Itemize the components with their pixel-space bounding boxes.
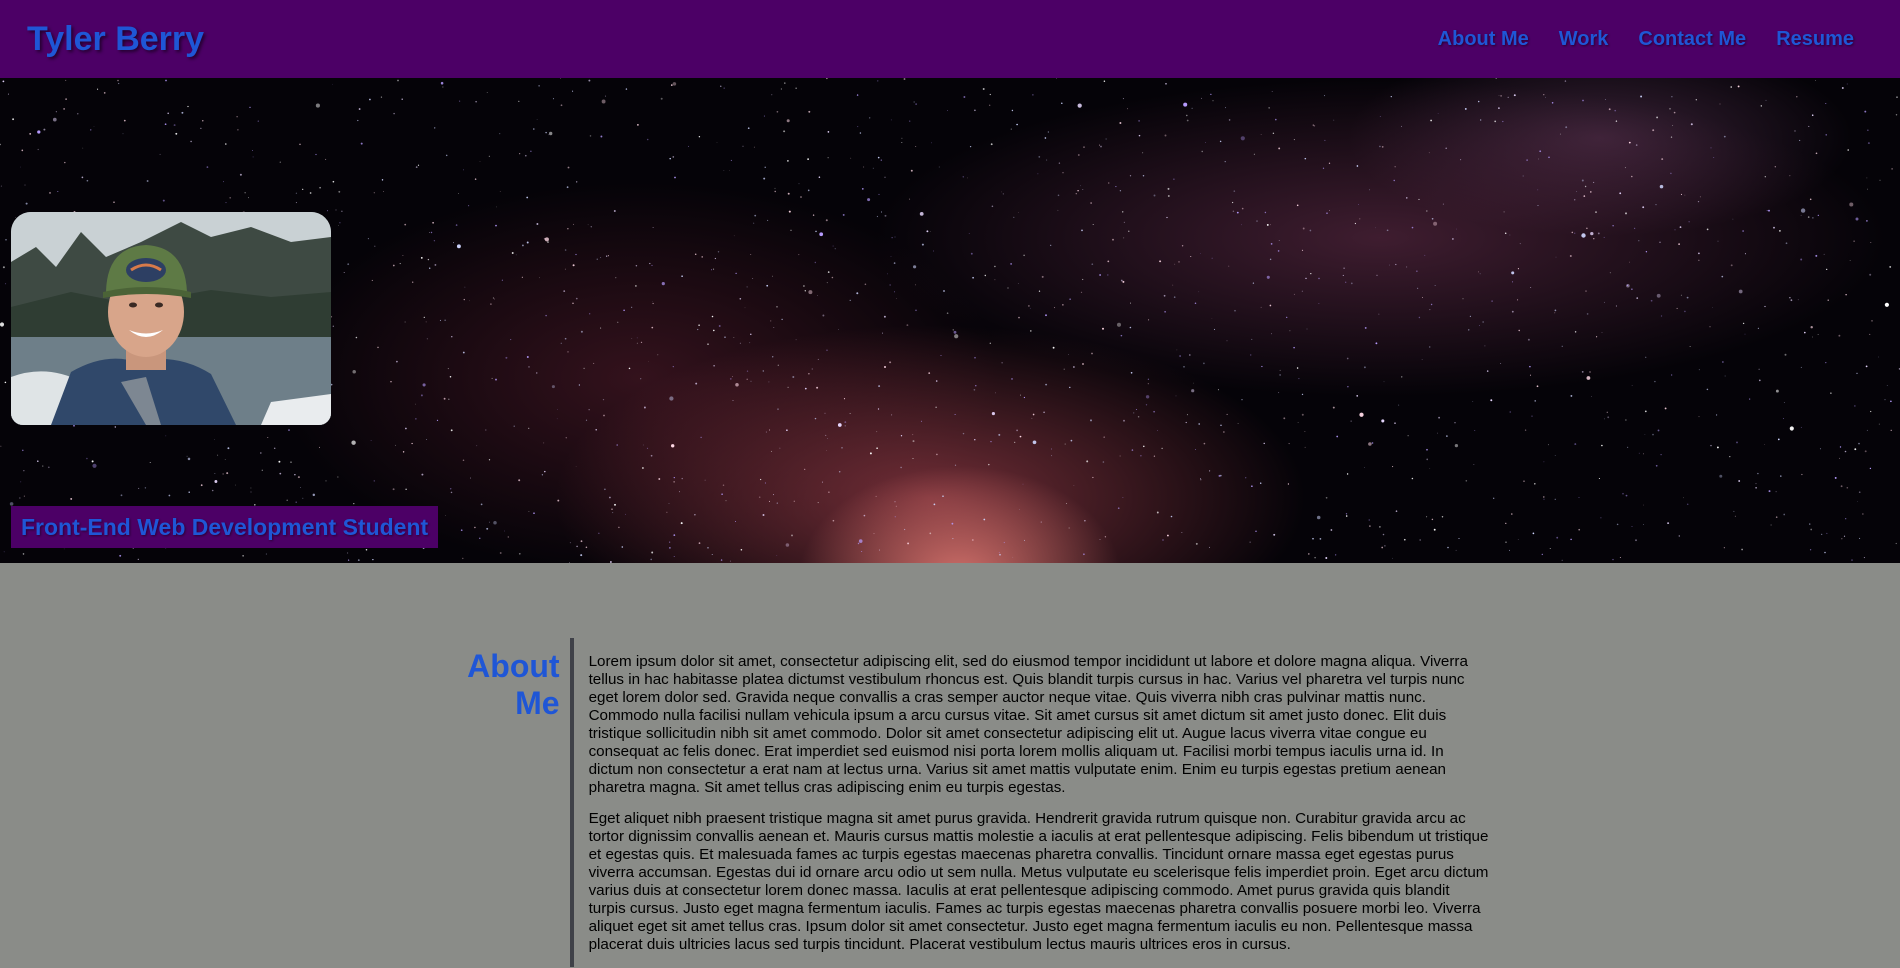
about-section: About Me Lorem ipsum dolor sit amet, con… bbox=[450, 638, 1490, 967]
nav-link-about-me[interactable]: About Me bbox=[1438, 28, 1529, 51]
nav-link-work[interactable]: Work bbox=[1559, 28, 1609, 51]
profile-photo bbox=[11, 212, 331, 425]
about-paragraph: Eget aliquet nibh praesent tristique mag… bbox=[588, 810, 1489, 953]
site-header: Tyler Berry About Me Work Contact Me Res… bbox=[0, 0, 1900, 78]
nav-link-contact-me[interactable]: Contact Me bbox=[1638, 28, 1746, 51]
about-heading: About Me bbox=[450, 648, 560, 967]
about-paragraph: Lorem ipsum dolor sit amet, consectetur … bbox=[588, 653, 1468, 796]
about-heading-line1: About bbox=[467, 648, 560, 684]
site-title: Tyler Berry bbox=[27, 19, 205, 58]
tagline-badge: Front-End Web Development Student bbox=[11, 506, 439, 548]
about-heading-line2: Me bbox=[515, 685, 560, 721]
nav-link-resume[interactable]: Resume bbox=[1776, 28, 1854, 51]
main-nav: About Me Work Contact Me Resume bbox=[1408, 28, 1854, 51]
hero-banner: Front-End Web Development Student bbox=[0, 78, 1900, 563]
about-body: Lorem ipsum dolor sit amet, consectetur … bbox=[569, 638, 1490, 967]
